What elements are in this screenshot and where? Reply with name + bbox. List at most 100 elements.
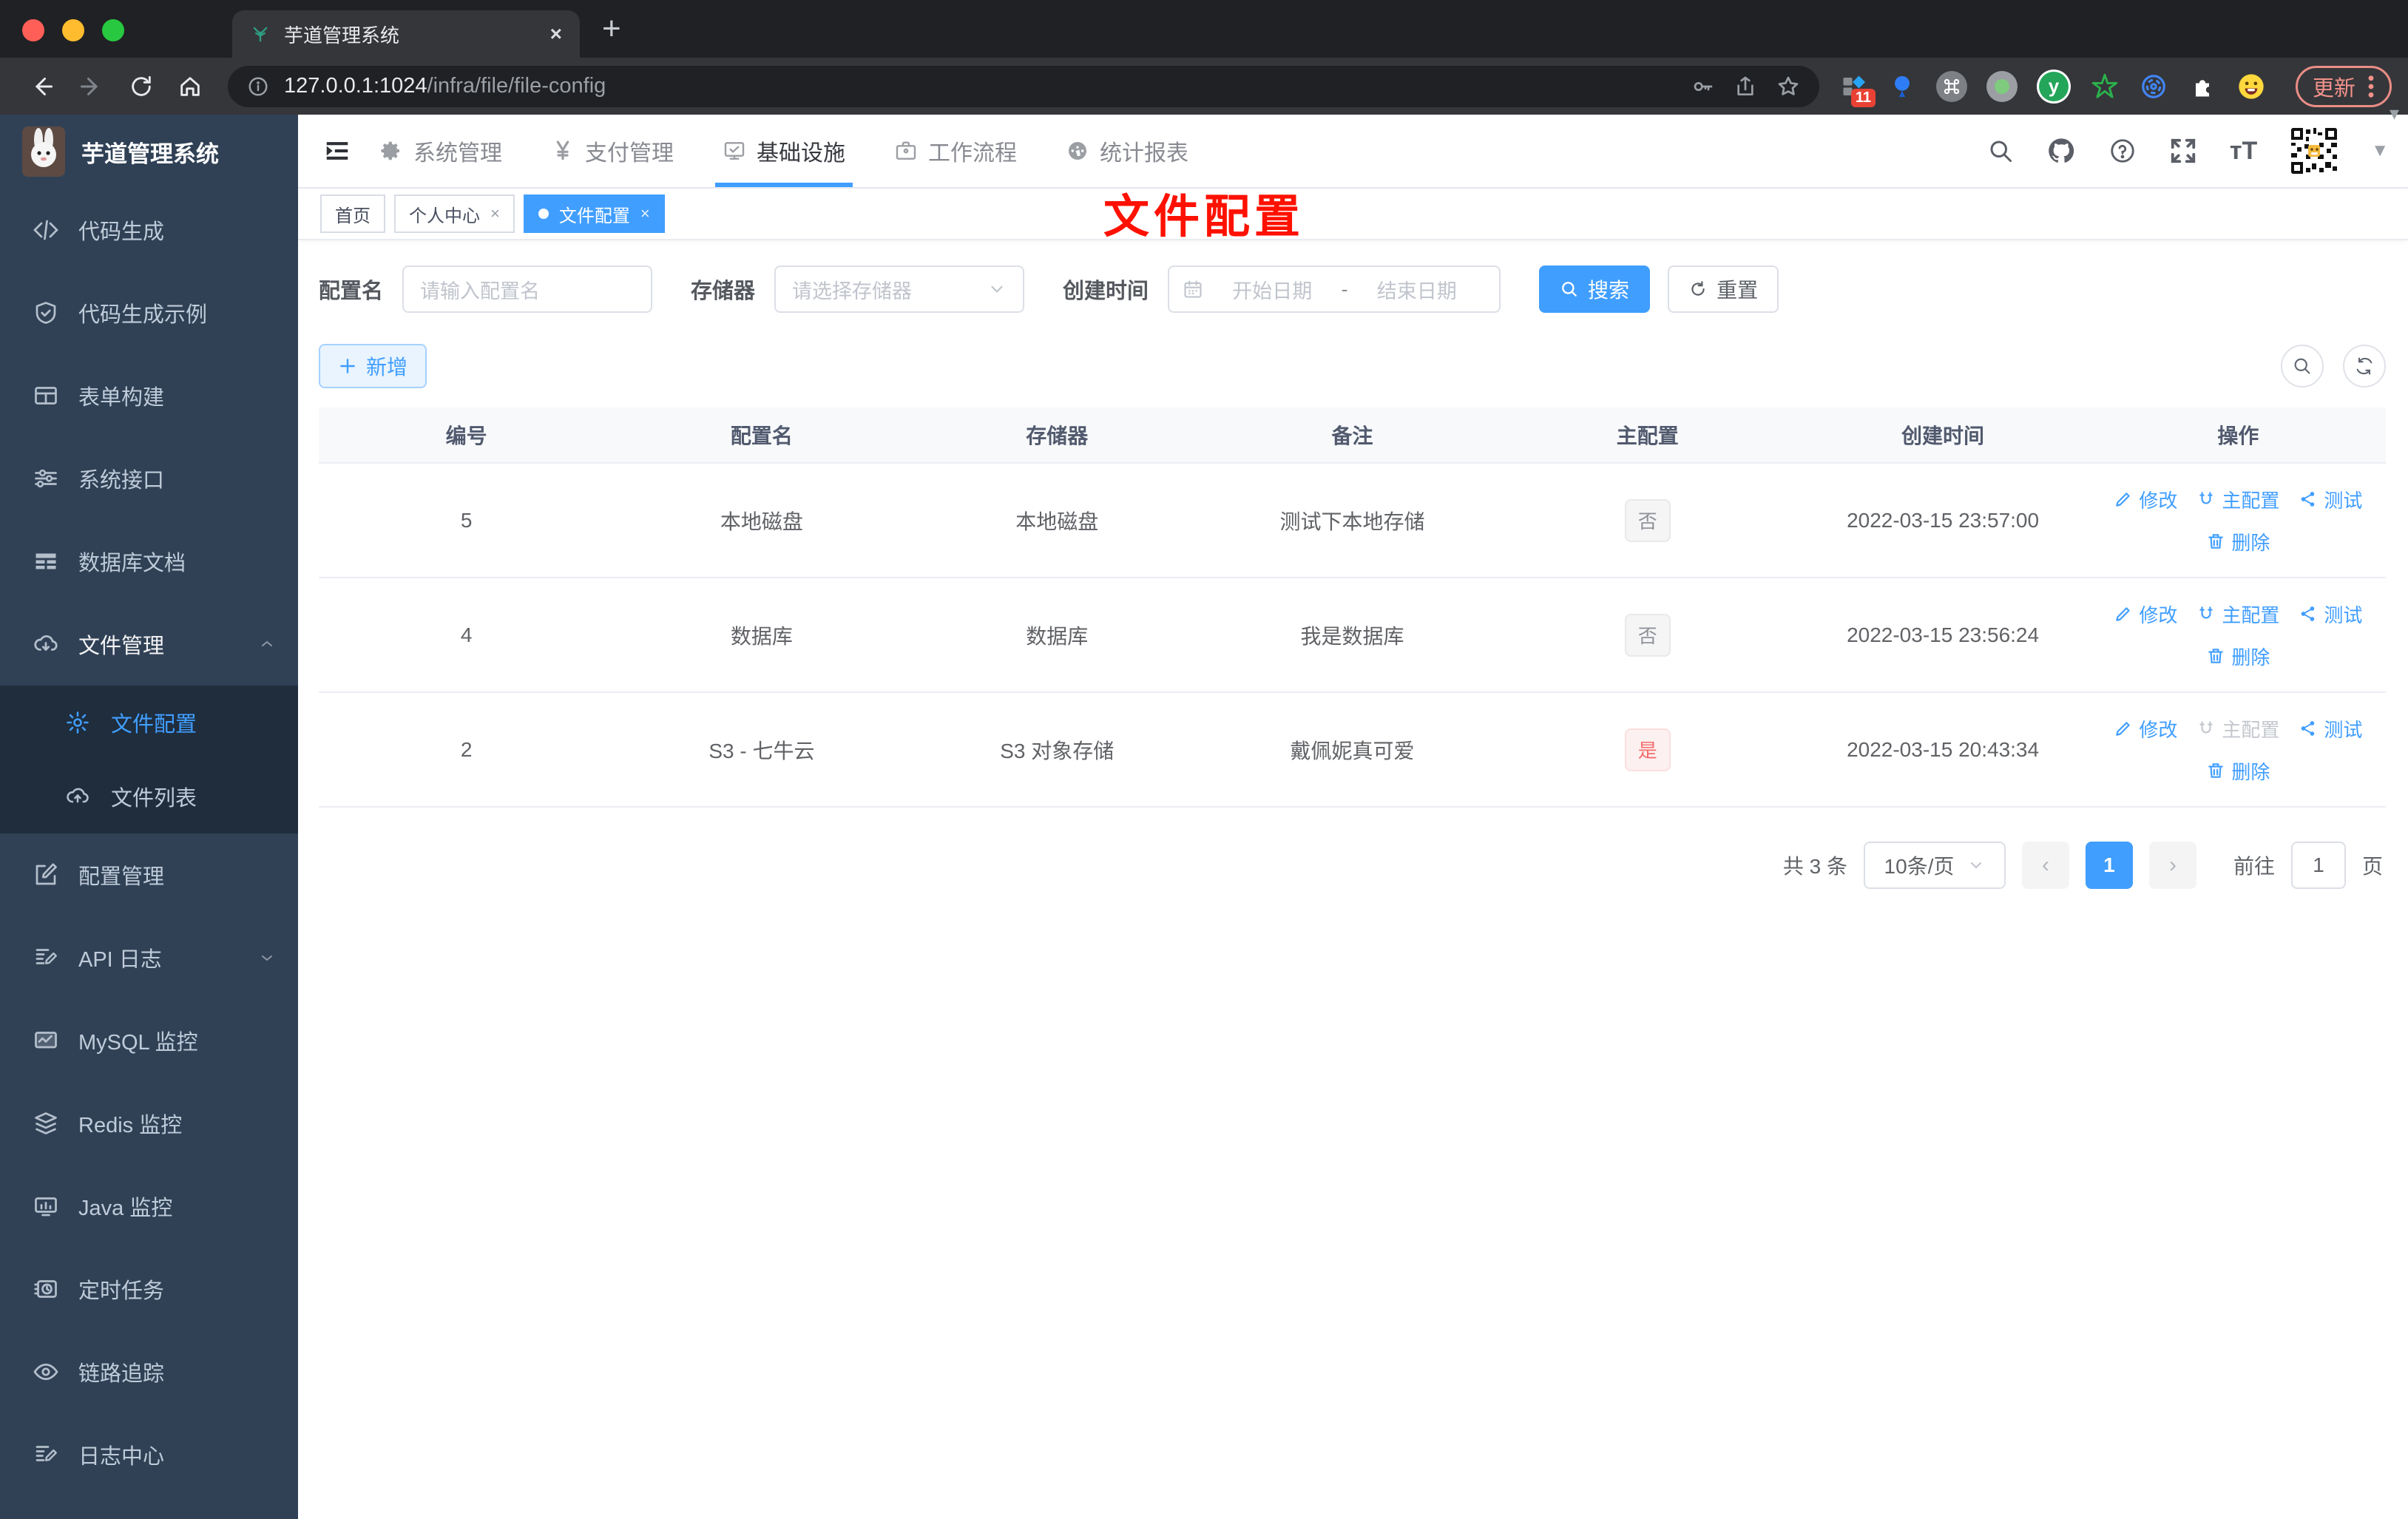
current-page[interactable]: 1 bbox=[2085, 842, 2133, 889]
extension-pin-icon[interactable] bbox=[1887, 72, 1917, 101]
font-size-icon[interactable]: тT bbox=[2230, 137, 2257, 166]
sidebar-item-file-management[interactable]: 文件管理 bbox=[0, 603, 298, 686]
extension-star-icon[interactable] bbox=[2090, 72, 2120, 101]
end-date-placeholder[interactable]: 结束日期 bbox=[1348, 275, 1487, 304]
tag-home[interactable]: 首页 bbox=[320, 194, 385, 233]
extension-emoji-icon[interactable] bbox=[2236, 72, 2266, 101]
tag-file-config[interactable]: 文件配置 × bbox=[523, 194, 665, 233]
delete-link[interactable]: 删除 bbox=[2206, 643, 2270, 670]
config-name-input[interactable]: 请输入配置名 bbox=[402, 265, 653, 313]
sidebar-item-form-builder[interactable]: 表单构建 bbox=[0, 354, 298, 437]
extension-recorder-icon[interactable] bbox=[1986, 70, 2018, 102]
sidebar-item-db-doc[interactable]: 数据库文档 bbox=[0, 520, 298, 603]
sidebar-item-api-log[interactable]: API 日志 bbox=[0, 916, 298, 999]
extension-command-icon[interactable] bbox=[1935, 70, 1967, 102]
master-link[interactable]: 主配置 bbox=[2196, 601, 2279, 628]
close-window-button[interactable] bbox=[22, 19, 44, 41]
test-link[interactable]: 测试 bbox=[2299, 601, 2362, 628]
cell-id: 2 bbox=[460, 737, 473, 761]
cell-created: 2022-03-15 20:43:34 bbox=[1847, 737, 2040, 761]
reset-button[interactable]: 重置 bbox=[1668, 265, 1779, 313]
add-button[interactable]: 新增 bbox=[319, 344, 427, 388]
extension-rings-icon[interactable] bbox=[2139, 72, 2168, 101]
tag-profile[interactable]: 个人中心 × bbox=[394, 194, 515, 233]
sidebar-item-file-config[interactable]: 文件配置 bbox=[0, 686, 298, 760]
master-link[interactable]: 主配置 bbox=[2196, 486, 2279, 513]
sidebar-item-scheduled-jobs[interactable]: 定时任务 bbox=[0, 1248, 298, 1330]
search-icon[interactable] bbox=[1987, 138, 2014, 164]
help-icon[interactable] bbox=[2108, 137, 2137, 165]
edit-link[interactable]: 修改 bbox=[2114, 715, 2177, 742]
github-icon[interactable] bbox=[2046, 136, 2076, 166]
zoom-window-button[interactable] bbox=[102, 19, 124, 41]
browser-tab[interactable]: 芋道管理系统 × bbox=[232, 10, 580, 58]
new-tab-button[interactable]: + bbox=[602, 10, 621, 47]
collapse-sidebar-button[interactable] bbox=[298, 115, 372, 187]
sidebar-item-log-center[interactable]: 日志中心 bbox=[0, 1413, 298, 1496]
eye-icon bbox=[33, 1363, 58, 1381]
sidebar-item-java-monitor[interactable]: Java 监控 bbox=[0, 1165, 298, 1248]
page-content: 配置名 请输入配置名 存储器 请选择存储器 创建时间 开始日期 - 结束日期 搜… bbox=[298, 240, 2408, 889]
delete-link[interactable]: 删除 bbox=[2206, 528, 2270, 555]
browser-update-button[interactable]: 更新 bbox=[2295, 65, 2392, 107]
log-edit-icon bbox=[35, 1446, 57, 1461]
minimize-window-button[interactable] bbox=[62, 19, 84, 41]
tab-close-icon[interactable]: × bbox=[550, 22, 562, 46]
next-page-button[interactable]: › bbox=[2148, 842, 2196, 889]
search-button[interactable]: 搜索 bbox=[1539, 265, 1651, 313]
sidebar-item-code-generation[interactable]: 代码生成 bbox=[0, 189, 298, 271]
page-size-select[interactable]: 10条/页 bbox=[1863, 842, 2006, 889]
sidebar-item-mysql-monitor[interactable]: MySQL 监控 bbox=[0, 999, 298, 1082]
nav-item-reports[interactable]: 统计报表 bbox=[1058, 115, 1196, 187]
chevron-down-icon bbox=[991, 285, 1003, 293]
cell-storage: 本地磁盘 bbox=[1015, 510, 1099, 533]
close-icon[interactable]: × bbox=[640, 204, 650, 223]
home-button[interactable] bbox=[177, 74, 203, 99]
sidebar-item-config-management[interactable]: 配置管理 bbox=[0, 833, 298, 916]
refresh-table-button[interactable] bbox=[2343, 345, 2386, 388]
back-button[interactable] bbox=[28, 73, 55, 100]
address-bar[interactable]: 127.0.0.1:1024/infra/file/file-config bbox=[228, 65, 1819, 107]
extension-puzzle-icon[interactable] bbox=[2188, 72, 2217, 101]
extension-tabs-icon[interactable]: 11 bbox=[1839, 72, 1876, 107]
show-search-button[interactable] bbox=[2281, 345, 2324, 388]
chevron-down-icon[interactable]: ▼ bbox=[2371, 141, 2389, 161]
window-controls[interactable] bbox=[22, 19, 124, 41]
sidebar-item-file-list[interactable]: 文件列表 bbox=[0, 760, 298, 833]
nav-item-workflow[interactable]: 工作流程 bbox=[887, 115, 1024, 187]
url-text[interactable]: 127.0.0.1:1024/infra/file/file-config bbox=[284, 74, 1671, 98]
reload-button[interactable] bbox=[129, 74, 154, 99]
test-link[interactable]: 测试 bbox=[2299, 715, 2362, 742]
site-info-icon[interactable] bbox=[247, 75, 269, 98]
sidebar: 芋道管理系统 代码生成 代码生成示例 表单构建 系统接口 数据库文档 文件管理 bbox=[0, 115, 298, 1519]
goto-page-input[interactable] bbox=[2290, 842, 2346, 889]
nav-item-infrastructure[interactable]: 基础设施 bbox=[715, 115, 853, 187]
extension-y-icon[interactable]: y bbox=[2036, 69, 2071, 104]
tags-view: 首页 个人中心 × 文件配置 × bbox=[298, 189, 2408, 240]
close-icon[interactable]: × bbox=[490, 204, 500, 223]
password-key-icon[interactable] bbox=[1691, 75, 1714, 98]
start-date-placeholder[interactable]: 开始日期 bbox=[1203, 275, 1342, 304]
user-avatar-qr[interactable] bbox=[2290, 126, 2339, 175]
nav-item-system[interactable]: 系统管理 bbox=[372, 115, 510, 187]
timer-icon bbox=[34, 1280, 57, 1298]
prev-page-button[interactable]: ‹ bbox=[2021, 842, 2069, 889]
sidebar-item-redis-monitor[interactable]: Redis 监控 bbox=[0, 1082, 298, 1165]
chevron-down-icon[interactable]: ▾ bbox=[2390, 102, 2399, 125]
nav-item-payment[interactable]: 支付管理 bbox=[544, 115, 681, 187]
test-link[interactable]: 测试 bbox=[2299, 486, 2362, 513]
forward-button[interactable] bbox=[78, 73, 105, 100]
fullscreen-icon[interactable] bbox=[2169, 137, 2197, 165]
sidebar-item-code-demo[interactable]: 代码生成示例 bbox=[0, 271, 298, 354]
share-icon[interactable] bbox=[1734, 75, 1757, 98]
edit-icon bbox=[2116, 722, 2130, 736]
sidebar-item-system-api[interactable]: 系统接口 bbox=[0, 437, 298, 520]
edit-link[interactable]: 修改 bbox=[2114, 486, 2177, 513]
bookmark-star-icon[interactable] bbox=[1776, 75, 1800, 98]
date-range-picker[interactable]: 开始日期 - 结束日期 bbox=[1168, 265, 1501, 313]
sidebar-item-tracing[interactable]: 链路追踪 bbox=[0, 1330, 298, 1413]
edit-link[interactable]: 修改 bbox=[2114, 601, 2177, 628]
delete-link[interactable]: 删除 bbox=[2206, 757, 2270, 785]
storage-select[interactable]: 请选择存储器 bbox=[774, 265, 1025, 313]
sidebar-logo[interactable]: 芋道管理系统 bbox=[0, 115, 298, 189]
